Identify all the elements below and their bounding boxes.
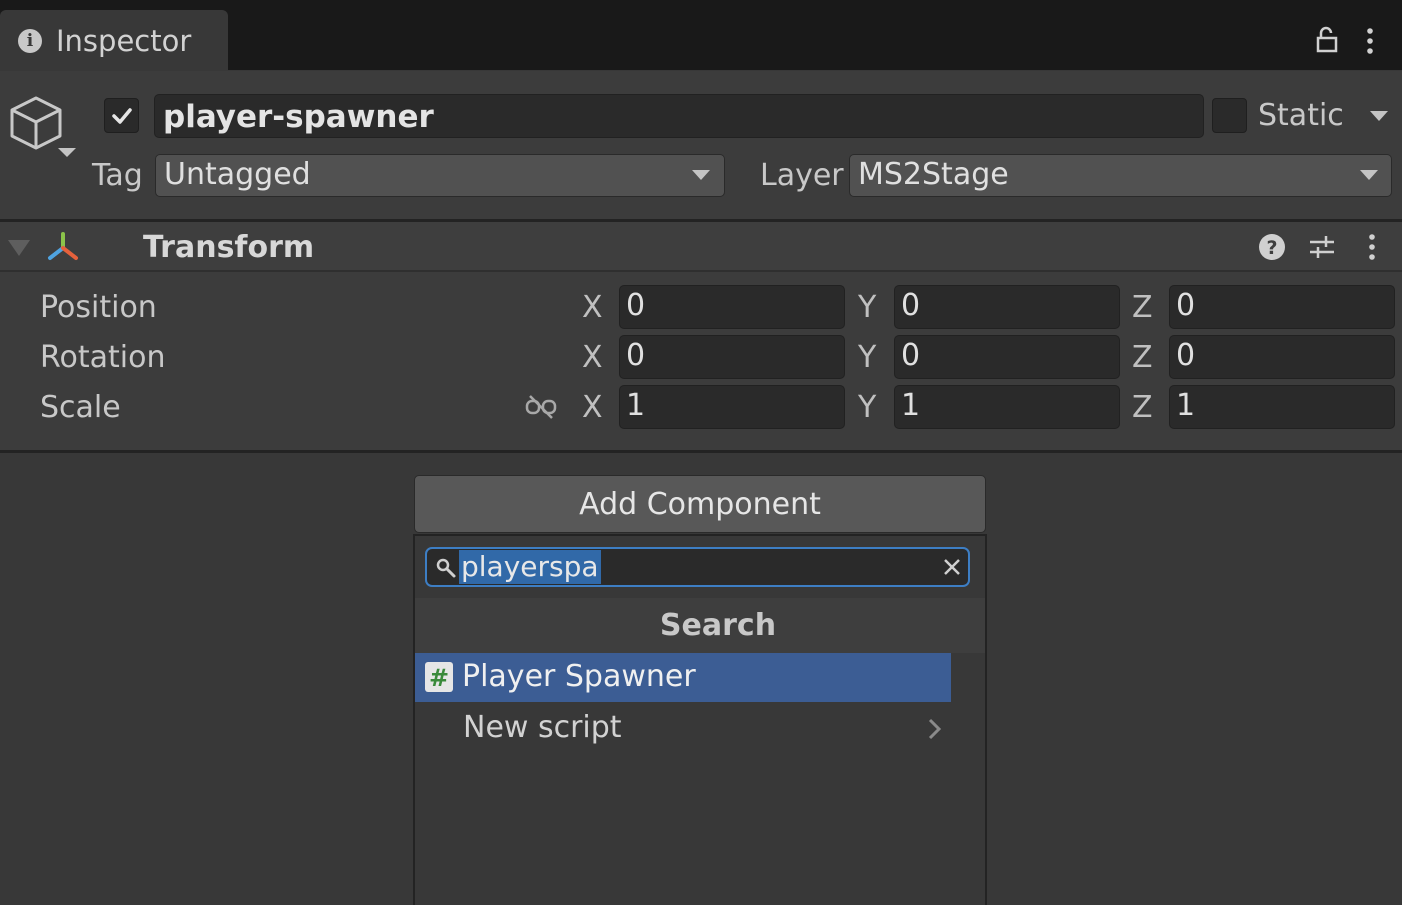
static-label: Static (1258, 98, 1344, 133)
info-icon: i (18, 28, 42, 53)
checkmark-icon (111, 107, 132, 124)
tag-label: Tag (92, 158, 143, 193)
axis-x-label[interactable]: X (582, 340, 603, 375)
scale-z-field[interactable]: 1 (1169, 385, 1395, 429)
scale-x-field[interactable]: 1 (619, 385, 845, 429)
rotation-z-field[interactable]: 0 (1169, 335, 1395, 379)
kebab-menu-icon[interactable] (1360, 26, 1380, 56)
scale-y-field[interactable]: 1 (894, 385, 1120, 429)
axis-z-label[interactable]: Z (1132, 390, 1153, 425)
scale-label: Scale (40, 390, 121, 425)
position-label: Position (40, 290, 157, 325)
position-y-field[interactable]: 0 (894, 285, 1120, 329)
tag-value: Untagged (164, 157, 311, 192)
active-checkbox[interactable] (104, 98, 139, 133)
axis-z-label[interactable]: Z (1132, 290, 1153, 325)
axis-x-label[interactable]: X (582, 290, 603, 325)
gameobject-name-field[interactable]: player-spawner (154, 94, 1204, 138)
search-icon (436, 558, 456, 578)
axis-z-label[interactable]: Z (1132, 340, 1153, 375)
tab-label: Inspector (56, 23, 192, 58)
chevron-down-icon (692, 170, 710, 180)
chevron-right-icon (928, 718, 942, 740)
axis-y-label[interactable]: Y (858, 290, 876, 325)
rotation-y-field[interactable]: 0 (894, 335, 1120, 379)
position-x-field[interactable]: 0 (619, 285, 845, 329)
cube-icon[interactable] (8, 94, 64, 154)
presets-icon[interactable] (1308, 232, 1336, 262)
layer-label: Layer (760, 158, 844, 193)
constrain-proportions-icon[interactable] (524, 393, 558, 421)
axis-x-label[interactable]: X (582, 390, 603, 425)
position-z-field[interactable]: 0 (1169, 285, 1395, 329)
chevron-down-icon (1360, 170, 1378, 180)
foldout-arrow-icon[interactable] (8, 240, 30, 256)
svg-text:#: # (429, 664, 449, 692)
kebab-menu-icon[interactable] (1362, 232, 1382, 262)
layer-value: MS2Stage (858, 157, 1009, 192)
search-heading: Search (659, 608, 777, 643)
static-dropdown-arrow-icon[interactable] (1370, 111, 1388, 121)
divider (0, 450, 1402, 453)
script-hash-icon: # (425, 662, 453, 692)
tab-inspector[interactable]: i Inspector (0, 10, 228, 71)
help-icon[interactable]: ? (1258, 233, 1286, 261)
close-icon[interactable] (943, 558, 961, 576)
tag-dropdown[interactable]: Untagged (155, 154, 725, 197)
rotation-x-field[interactable]: 0 (619, 335, 845, 379)
list-item-label[interactable]: Player Spawner (462, 659, 696, 694)
lock-icon[interactable] (1314, 26, 1342, 54)
layer-dropdown[interactable]: MS2Stage (849, 154, 1392, 197)
static-checkbox[interactable] (1212, 98, 1247, 133)
add-component-button[interactable]: Add Component (414, 475, 986, 533)
svg-text:?: ? (1266, 237, 1277, 259)
axis-y-label[interactable]: Y (858, 390, 876, 425)
transform-icon (48, 232, 78, 260)
axis-y-label[interactable]: Y (858, 340, 876, 375)
list-item-new-script[interactable]: New script (463, 710, 622, 745)
rotation-label: Rotation (40, 340, 166, 375)
search-text[interactable]: playerspa (459, 550, 601, 584)
add-component-label: Add Component (579, 486, 821, 522)
icon-dropdown-arrow-icon[interactable] (58, 148, 76, 157)
component-title: Transform (143, 230, 315, 265)
